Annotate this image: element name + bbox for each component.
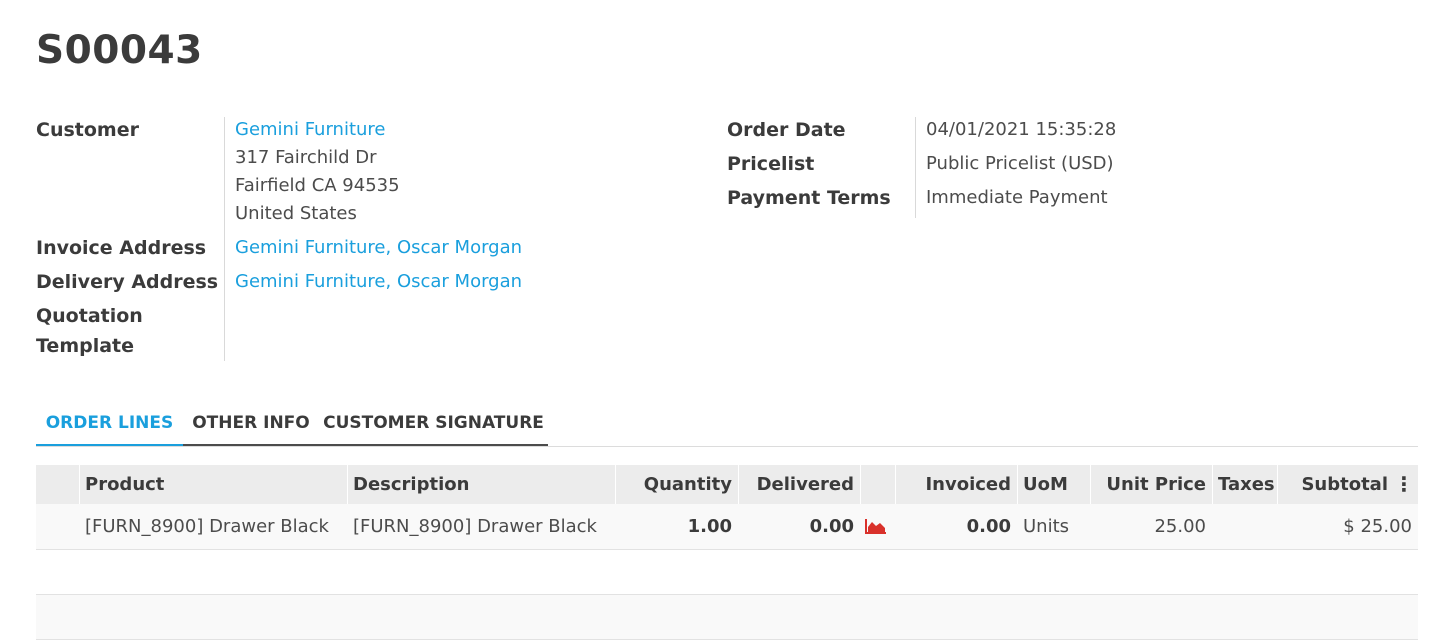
- invoice-address-link[interactable]: Gemini Furniture, Oscar Morgan: [235, 234, 522, 262]
- column-header-product[interactable]: Product: [79, 465, 347, 504]
- payment-terms-label: Payment Terms: [727, 187, 891, 209]
- column-divider: [860, 465, 861, 504]
- cell-unit-price[interactable]: 25.00: [1090, 504, 1212, 549]
- customer-address-line2: Fairfield CA 94535: [235, 175, 400, 196]
- empty-table-row: [36, 595, 1418, 640]
- cell-description[interactable]: [FURN_8900] Drawer Black: [347, 504, 615, 549]
- column-header-quantity[interactable]: Quantity: [615, 465, 738, 504]
- column-header-unit-price[interactable]: Unit Price: [1090, 465, 1212, 504]
- order-date-value: 04/01/2021 15:35:28: [926, 119, 1117, 140]
- kebab-menu-icon[interactable]: ⋮: [1394, 465, 1414, 504]
- quotation-template-label-line1: Quotation: [36, 305, 143, 327]
- order-title: S00043: [36, 28, 203, 73]
- left-group-divider: [224, 117, 225, 361]
- right-group-divider: [915, 117, 916, 218]
- table-row[interactable]: [FURN_8900] Drawer Black [FURN_8900] Dra…: [36, 504, 1418, 550]
- cell-quantity[interactable]: 1.00: [615, 504, 738, 549]
- sales-order-form: S00043 Customer Gemini Furniture 317 Fai…: [0, 0, 1450, 641]
- cell-invoiced[interactable]: 0.00: [895, 504, 1017, 549]
- column-header-uom[interactable]: UoM: [1017, 465, 1090, 504]
- cell-subtotal[interactable]: $ 25.00: [1277, 504, 1418, 549]
- area-chart-icon[interactable]: [865, 518, 887, 534]
- cell-product[interactable]: [FURN_8900] Drawer Black: [79, 504, 347, 549]
- customer-label: Customer: [36, 119, 139, 141]
- quotation-template-label-line2: Template: [36, 335, 135, 357]
- pricelist-label: Pricelist: [727, 153, 815, 175]
- delivery-address-link[interactable]: Gemini Furniture, Oscar Morgan: [235, 268, 522, 296]
- column-header-delivered[interactable]: Delivered: [738, 465, 860, 504]
- delivery-address-label: Delivery Address: [36, 271, 219, 293]
- tab-bar-underline: [183, 444, 548, 446]
- invoice-address-label: Invoice Address: [36, 237, 207, 259]
- customer-link[interactable]: Gemini Furniture: [235, 116, 386, 144]
- cell-delivered[interactable]: 0.00: [738, 504, 860, 549]
- column-header-invoiced[interactable]: Invoiced: [895, 465, 1017, 504]
- tab-order-lines[interactable]: ORDER LINES: [36, 402, 183, 446]
- customer-address-line1: 317 Fairchild Dr: [235, 147, 377, 168]
- cell-taxes[interactable]: [1212, 504, 1277, 549]
- tab-customer-signature[interactable]: CUSTOMER SIGNATURE: [319, 402, 548, 444]
- order-lines-table: Product Description Quantity Delivered I…: [36, 465, 1418, 550]
- notebook-tabs: ORDER LINES OTHER INFO CUSTOMER SIGNATUR…: [36, 402, 1418, 447]
- column-header-description[interactable]: Description: [347, 465, 615, 504]
- tab-other-info[interactable]: OTHER INFO: [183, 402, 319, 444]
- empty-table-row: [36, 550, 1418, 595]
- column-header-taxes[interactable]: Taxes: [1212, 465, 1277, 504]
- order-date-label: Order Date: [727, 119, 846, 141]
- column-header-subtotal[interactable]: Subtotal: [1277, 465, 1394, 504]
- payment-terms-value: Immediate Payment: [926, 187, 1108, 208]
- table-header: Product Description Quantity Delivered I…: [36, 465, 1418, 504]
- customer-address-line3: United States: [235, 203, 357, 224]
- cell-uom[interactable]: Units: [1017, 504, 1090, 549]
- pricelist-value: Public Pricelist (USD): [926, 153, 1114, 174]
